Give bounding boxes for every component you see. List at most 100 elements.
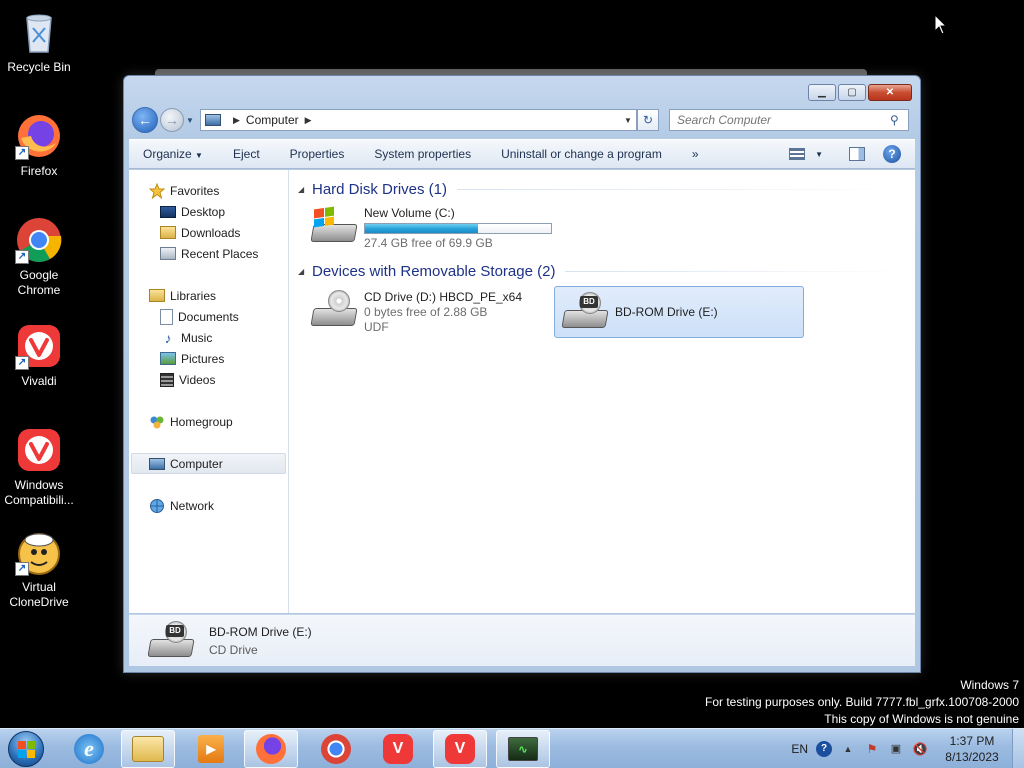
- bd-rom-drive-icon: BD: [147, 620, 195, 661]
- downloads-folder-icon: [160, 226, 176, 239]
- group-header-hard-disk-drives[interactable]: ◢ Hard Disk Drives (1): [298, 178, 915, 200]
- nav-item-network[interactable]: Network: [129, 495, 288, 516]
- action-center-flag-icon[interactable]: ⚑: [864, 741, 880, 757]
- organize-label: Organize: [143, 147, 192, 161]
- vivaldi-icon: ↗: [15, 322, 63, 370]
- desktop-icon-vivaldi[interactable]: ↗ Vivaldi: [2, 322, 76, 389]
- details-pane: BD BD-ROM Drive (E:) CD Drive: [129, 614, 915, 666]
- chrome-icon: ↗: [15, 216, 63, 264]
- nav-item-videos[interactable]: Videos: [129, 369, 288, 390]
- back-button[interactable]: ←: [132, 107, 158, 133]
- view-options-dropdown[interactable]: ▼: [815, 150, 823, 159]
- minimize-button[interactable]: ▁: [808, 84, 836, 101]
- clock[interactable]: 1:37 PM 8/13/2023: [936, 733, 1008, 765]
- show-desktop-button[interactable]: [1012, 729, 1024, 768]
- bd-rom-drive-icon: BD: [561, 292, 609, 332]
- nav-item-music[interactable]: ♪ Music: [129, 327, 288, 348]
- group-title: Devices with Removable Storage (2): [312, 262, 556, 280]
- preview-pane-icon[interactable]: [849, 147, 865, 161]
- desktop-icon-virtual-clonedrive[interactable]: ↗ Virtual CloneDrive: [2, 528, 76, 610]
- recent-pages-dropdown[interactable]: ▼: [186, 116, 196, 125]
- taskbar-firefox[interactable]: [244, 730, 298, 768]
- explorer-window[interactable]: ▁ ▢ ✕ ← → ▼ ▶ Computer ▶ ▼ ↻ ⚲ Organize …: [123, 75, 921, 673]
- taskbar-media-player[interactable]: ▶: [184, 730, 238, 768]
- system-properties-button[interactable]: System properties: [359, 147, 486, 161]
- taskbar-windows-explorer[interactable]: [121, 730, 175, 768]
- documents-icon: [160, 308, 173, 325]
- language-indicator[interactable]: EN: [791, 742, 808, 756]
- more-commands-button[interactable]: »: [677, 147, 714, 161]
- drive-item-e[interactable]: BD BD-ROM Drive (E:): [554, 286, 804, 338]
- nav-item-recent-places[interactable]: Recent Places: [129, 243, 288, 264]
- windows-logo-icon: [8, 731, 44, 767]
- maximize-button[interactable]: ▢: [838, 84, 866, 101]
- nav-label: Favorites: [170, 183, 220, 198]
- drive-free-space: 0 bytes free of 2.88 GB: [364, 305, 488, 319]
- bd-badge: BD: [580, 296, 598, 308]
- refresh-button[interactable]: ↻: [637, 109, 659, 131]
- nav-item-libraries[interactable]: Libraries: [129, 285, 288, 306]
- search-box[interactable]: ⚲: [669, 109, 909, 131]
- nav-item-favorites[interactable]: Favorites: [129, 180, 288, 201]
- breadcrumb-separator-icon[interactable]: ▶: [305, 115, 312, 126]
- nav-item-pictures[interactable]: Pictures: [129, 348, 288, 369]
- desktop-icon-firefox[interactable]: ↗ Firefox: [2, 112, 76, 179]
- desktop-icon-recycle-bin[interactable]: Recycle Bin: [2, 8, 76, 75]
- desktop-icon-label: Google Chrome: [17, 268, 61, 297]
- nav-item-computer[interactable]: Computer: [131, 453, 286, 474]
- nav-item-downloads[interactable]: Downloads: [129, 222, 288, 243]
- vivaldi-icon: V: [383, 734, 413, 764]
- desktop-icon-label: Virtual CloneDrive: [9, 580, 69, 609]
- volume-muted-icon[interactable]: 🔇: [912, 741, 928, 757]
- properties-button[interactable]: Properties: [275, 147, 360, 161]
- homegroup-icon: [150, 416, 164, 428]
- taskbar-internet-explorer[interactable]: e: [62, 730, 116, 768]
- recent-places-icon: [160, 247, 176, 260]
- explorer-body: Favorites Desktop Downloads Recent Place…: [129, 170, 915, 613]
- collapse-triangle-icon[interactable]: ◢: [298, 267, 312, 276]
- search-icon[interactable]: ⚲: [890, 113, 908, 127]
- close-button[interactable]: ✕: [868, 84, 912, 101]
- taskbar-vivaldi[interactable]: V: [371, 730, 425, 768]
- help-icon[interactable]: ?: [816, 741, 832, 757]
- drive-item-d[interactable]: CD Drive (D:) HBCD_PE_x64 0 bytes free o…: [304, 286, 554, 340]
- collapse-triangle-icon[interactable]: ◢: [298, 185, 312, 194]
- start-button[interactable]: [3, 729, 49, 768]
- nav-label: Pictures: [181, 351, 225, 366]
- nav-item-documents[interactable]: Documents: [129, 306, 288, 327]
- drive-free-space: 27.4 GB free of 69.9 GB: [364, 236, 493, 250]
- watermark-line-3: This copy of Windows is not genuine: [824, 712, 1019, 726]
- nav-label: Computer: [170, 456, 223, 471]
- window-controls: ▁ ▢ ✕: [808, 84, 912, 101]
- eject-button[interactable]: Eject: [218, 147, 275, 161]
- pictures-icon: [160, 352, 176, 365]
- desktop-icon-label: Vivaldi: [21, 374, 57, 388]
- desktop-icon-windows-compatibility[interactable]: Windows Compatibili...: [2, 426, 76, 508]
- nav-item-desktop[interactable]: Desktop: [129, 201, 288, 222]
- breadcrumb-separator-icon[interactable]: ▶: [233, 115, 240, 126]
- address-bar[interactable]: ▶ Computer ▶ ▼: [200, 109, 637, 131]
- search-input[interactable]: [677, 113, 890, 127]
- network-globe-icon: [150, 498, 164, 513]
- arrow-right-icon: →: [165, 112, 179, 128]
- drive-item-c[interactable]: New Volume (C:) 27.4 GB free of 69.9 GB: [304, 202, 564, 254]
- recycle-bin-icon: [15, 8, 63, 56]
- breadcrumb-computer[interactable]: Computer: [246, 113, 299, 127]
- star-icon: [149, 182, 165, 199]
- nav-item-homegroup[interactable]: Homegroup: [129, 411, 288, 432]
- change-view-icon[interactable]: [789, 148, 806, 160]
- help-icon[interactable]: ?: [883, 145, 901, 163]
- taskbar-vivaldi-2[interactable]: V: [433, 730, 487, 768]
- group-header-removable-storage[interactable]: ◢ Devices with Removable Storage (2): [298, 260, 915, 282]
- network-status-icon[interactable]: ▣: [888, 741, 904, 757]
- address-dropdown-button[interactable]: ▼: [620, 116, 636, 125]
- desktop-icon-google-chrome[interactable]: ↗ Google Chrome: [2, 216, 76, 298]
- drive-filesystem: UDF: [364, 320, 389, 334]
- uninstall-program-button[interactable]: Uninstall or change a program: [486, 147, 677, 161]
- taskbar-task-manager[interactable]: ∿: [496, 730, 550, 768]
- forward-button[interactable]: →: [160, 108, 184, 132]
- show-hidden-icons-icon[interactable]: ▲: [840, 741, 856, 757]
- taskbar-chrome[interactable]: [309, 730, 363, 768]
- organize-button[interactable]: Organize ▼: [129, 147, 218, 161]
- music-note-icon: ♪: [164, 329, 172, 346]
